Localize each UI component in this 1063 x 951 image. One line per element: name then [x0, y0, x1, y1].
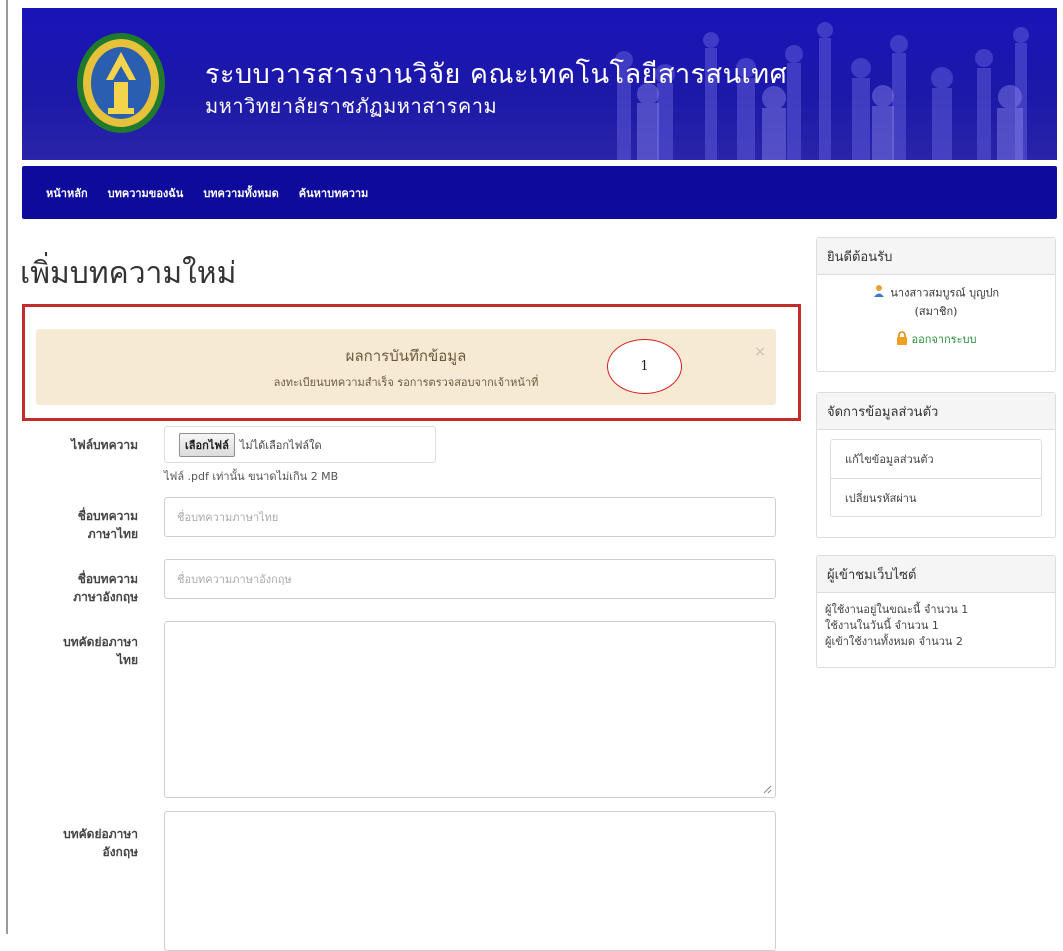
page-left-border [6, 0, 8, 934]
file-help-text: ไฟล์ .pdf เท่านั้น ขนาดไม่เกิน 2 MB [164, 470, 339, 483]
edit-profile-link[interactable]: แก้ไขข้อมูลส่วนตัว [831, 440, 1041, 478]
header-banner: ระบบวารสารงานวิจัย คณะเทคโนโลยีสารสนเทศ … [22, 8, 1057, 160]
site-title: ระบบวารสารงานวิจัย คณะเทคโนโลยีสารสนเทศ [205, 59, 788, 90]
nav-my-articles-link[interactable]: บทความของฉัน [108, 184, 184, 202]
user-icon [873, 284, 887, 303]
university-seal-logo [77, 33, 165, 133]
visitor-stats: ผู้ใช้งานอยู่ในขณะนี้ จำนวน 1 ใช้งานในวั… [817, 593, 1055, 659]
change-password-link[interactable]: เปลี่ยนรหัสผ่าน [831, 478, 1041, 516]
nav-search-articles-link[interactable]: ค้นหาบทความ [299, 184, 369, 202]
close-icon[interactable]: × [754, 344, 766, 360]
site-subtitle: มหาวิทยาลัยราชภัฏมหาสารคาม [205, 94, 498, 118]
abstract-th-textarea[interactable] [164, 621, 776, 798]
file-status-text: ไม่ได้เลือกไฟล์ใด [239, 438, 322, 452]
visitors-online: ผู้ใช้งานอยู่ในขณะนี้ จำนวน 1 [825, 603, 969, 616]
title-en-label-line2: ภาษาอังกฤษ [73, 590, 138, 604]
page-title: เพิ่มบทความใหม่ [20, 256, 237, 291]
user-role: (สมาชิก) [914, 305, 958, 318]
title-en-label-line1: ชื่อบทความ [77, 572, 138, 586]
title-en-input[interactable] [164, 559, 776, 599]
choose-file-button[interactable]: เลือกไฟล์ [179, 432, 235, 457]
visitors-total: ผู้เข้าใช้งานทั้งหมด จำนวน 2 [825, 635, 963, 648]
abstract-th-label-line2: ไทย [117, 653, 138, 667]
title-th-label: ชื่อบทความ ภาษาไทย [18, 507, 138, 543]
visitors-today: ใช้งานในวันนี้ จำนวน 1 [825, 619, 939, 632]
profile-panel-heading: จัดการข้อมูลส่วนตัว [817, 393, 1055, 430]
abstract-th-label: บทคัดย่อภาษา ไทย [18, 633, 138, 669]
title-th-input[interactable] [164, 497, 776, 537]
user-name: นางสาวสมบูรณ์ บุญปก [890, 286, 1000, 300]
abstract-th-label-line1: บทคัดย่อภาษา [63, 635, 138, 649]
title-th-label-line2: ภาษาไทย [87, 527, 138, 541]
visitors-panel-heading: ผู้เข้าชมเว็บไซต์ [817, 556, 1055, 593]
nav-home-link[interactable]: หน้าหลัก [46, 184, 88, 202]
abstract-en-textarea[interactable] [164, 811, 776, 951]
logout-label[interactable]: ออกจากระบบ [912, 330, 977, 348]
welcome-panel-heading: ยินดีต้อนรับ [817, 238, 1055, 275]
title-th-label-line1: ชื่อบทความ [77, 509, 138, 523]
abstract-en-label-line1: บทคัดย่อภาษา [63, 827, 138, 841]
welcome-user-info: นางสาวสมบูรณ์ บุญปก (สมาชิก) [817, 284, 1055, 320]
logout-link[interactable]: ออกจากระบบ [817, 330, 1055, 348]
abstract-en-label: บทคัดย่อภาษา อังกฤษ [18, 825, 138, 861]
file-label: ไฟล์บทความ [71, 438, 138, 452]
file-upload-control: เลือกไฟล์ ไม่ได้เลือกไฟล์ใด [164, 426, 436, 463]
main-navbar: หน้าหลัก บทความของฉัน บทความทั้งหมด ค้นห… [22, 166, 1057, 219]
profile-menu: แก้ไขข้อมูลส่วนตัว เปลี่ยนรหัสผ่าน [830, 439, 1042, 517]
visitors-panel: ผู้เข้าชมเว็บไซต์ ผู้ใช้งานอยู่ในขณะนี้ … [816, 555, 1056, 668]
nav-all-articles-link[interactable]: บทความทั้งหมด [203, 184, 278, 202]
annotation-number-marker: 1 [607, 339, 682, 394]
profile-panel: จัดการข้อมูลส่วนตัว แก้ไขข้อมูลส่วนตัว เ… [816, 392, 1056, 538]
lock-icon [896, 330, 908, 348]
welcome-panel: ยินดีต้อนรับ นางสาวสมบูรณ์ บุญปก (สมาชิก… [816, 237, 1056, 372]
abstract-en-label-line2: อังกฤษ [102, 845, 138, 859]
resize-grip-icon[interactable] [763, 785, 772, 794]
title-en-label: ชื่อบทความ ภาษาอังกฤษ [18, 570, 138, 606]
